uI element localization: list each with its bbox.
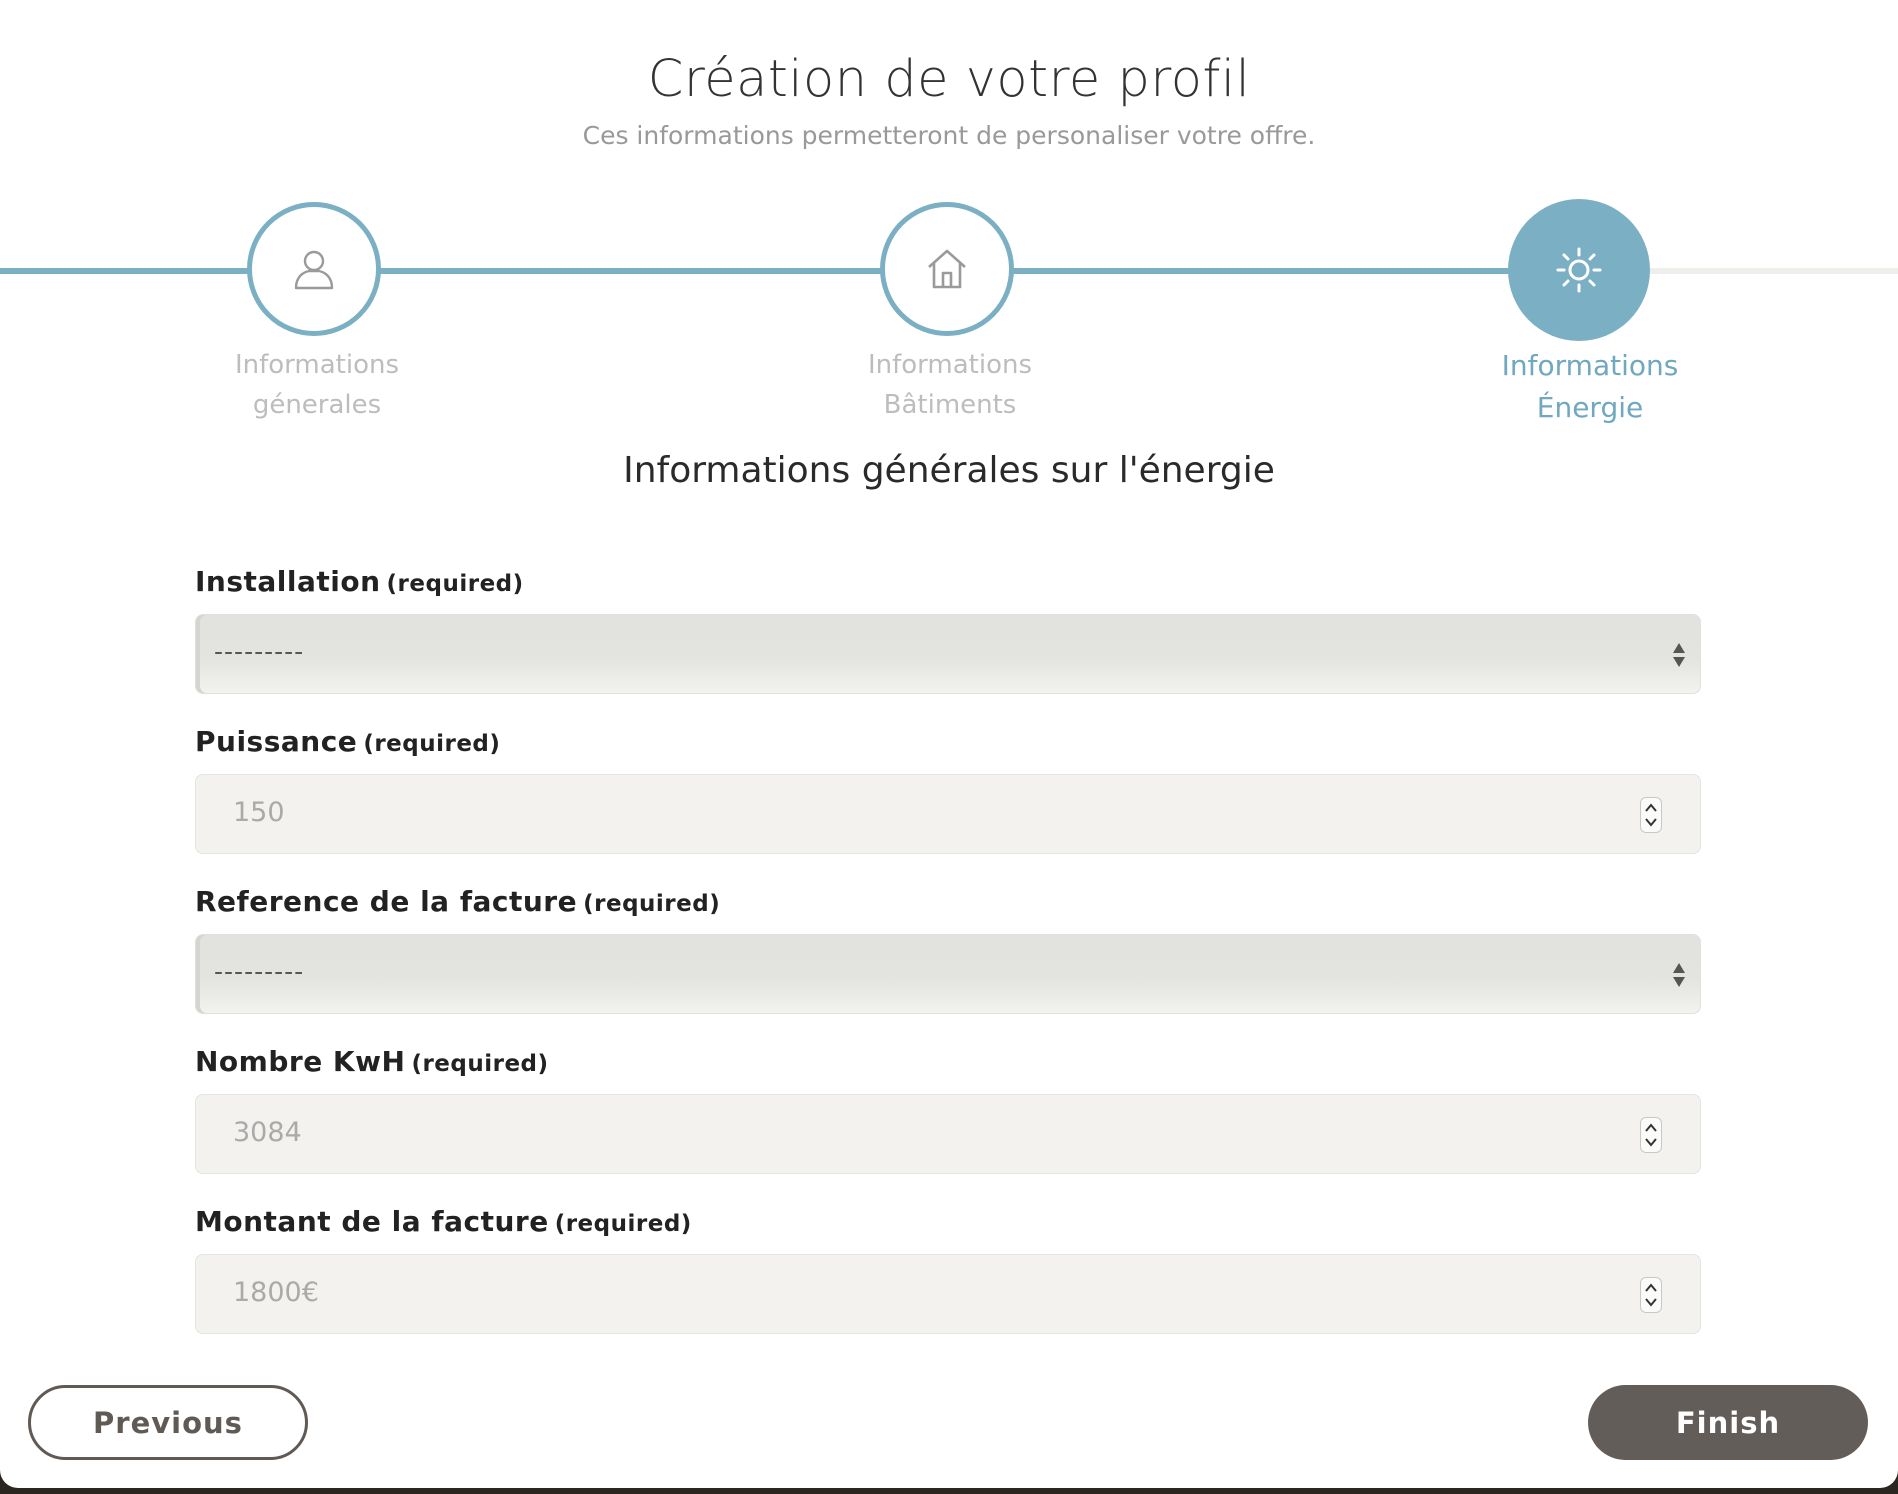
reference-facture-select[interactable]: --------- bbox=[195, 934, 1701, 1014]
montant-facture-stepper[interactable] bbox=[1640, 1277, 1662, 1313]
step-general-info-label: Informations génerales bbox=[234, 350, 400, 420]
reference-facture-select-value: --------- bbox=[214, 957, 305, 986]
progress-line-4 bbox=[1648, 268, 1898, 274]
progress-line-2 bbox=[380, 268, 885, 274]
nombre-kwh-label: Nombre KwH (required) bbox=[195, 1045, 549, 1078]
puissance-value: 150 bbox=[233, 797, 285, 828]
sun-icon bbox=[1556, 247, 1602, 293]
montant-facture-label: Montant de la facture (required) bbox=[195, 1205, 692, 1238]
step-building-info[interactable] bbox=[880, 202, 1014, 336]
profile-wizard-modal: Création de votre profil Ces information… bbox=[0, 0, 1898, 1488]
progress-line-1 bbox=[0, 268, 250, 274]
step-general-info[interactable] bbox=[247, 202, 381, 336]
stepper-arrows-icon bbox=[1645, 1283, 1657, 1307]
page-title: Création de votre profil bbox=[647, 50, 1251, 109]
nombre-kwh-input[interactable]: 3084 bbox=[195, 1094, 1701, 1174]
previous-button[interactable]: Previous bbox=[28, 1385, 308, 1460]
installation-select[interactable]: --------- bbox=[195, 614, 1701, 694]
nombre-kwh-stepper[interactable] bbox=[1640, 1117, 1662, 1153]
finish-button[interactable]: Finish bbox=[1588, 1385, 1868, 1460]
step-building-info-label: Informations Bâtiments bbox=[867, 350, 1033, 420]
select-arrows-icon bbox=[1673, 963, 1685, 987]
nombre-kwh-value: 3084 bbox=[233, 1117, 302, 1148]
puissance-input[interactable]: 150 bbox=[195, 774, 1701, 854]
step-energy-info-label: Informations Énergie bbox=[1501, 349, 1679, 424]
user-icon bbox=[294, 250, 334, 290]
puissance-label: Puissance (required) bbox=[195, 725, 501, 758]
progress-line-3 bbox=[1012, 268, 1512, 274]
step-energy-info[interactable] bbox=[1508, 199, 1650, 341]
installation-select-value: --------- bbox=[214, 637, 305, 666]
stepper-arrows-icon bbox=[1645, 1123, 1657, 1147]
select-arrows-icon bbox=[1673, 643, 1685, 667]
puissance-stepper[interactable] bbox=[1640, 797, 1662, 833]
section-title: Informations générales sur l'énergie bbox=[623, 450, 1275, 491]
montant-facture-input[interactable]: 1800€ bbox=[195, 1254, 1701, 1334]
reference-facture-label: Reference de la facture (required) bbox=[195, 885, 721, 918]
montant-facture-value: 1800€ bbox=[233, 1277, 319, 1308]
page-subtitle: Ces informations permetteront de persona… bbox=[582, 121, 1316, 150]
installation-label: Installation (required) bbox=[195, 565, 524, 598]
house-icon bbox=[928, 249, 966, 289]
stepper-arrows-icon bbox=[1645, 803, 1657, 827]
